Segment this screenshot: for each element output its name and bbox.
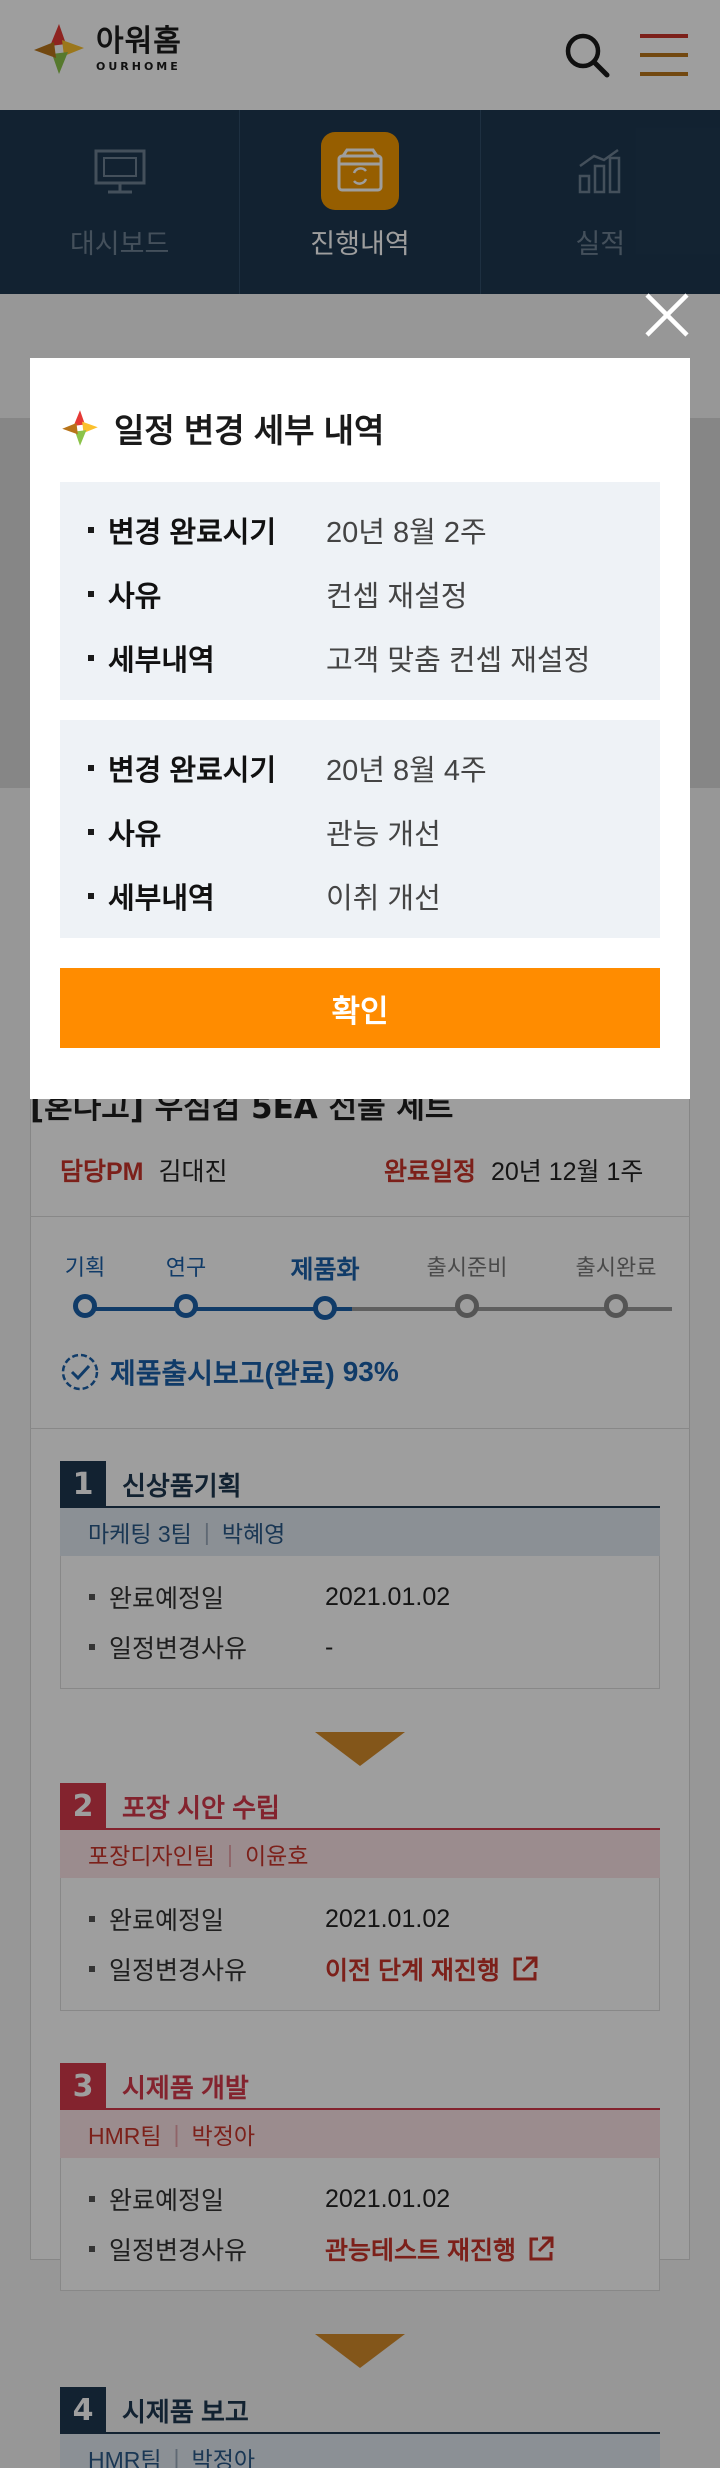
bullet bbox=[88, 765, 94, 771]
detail-value: 관능 개선 bbox=[326, 819, 441, 851]
bullet bbox=[88, 655, 94, 661]
detail-row: 세부내역 이취 개선 bbox=[88, 864, 660, 928]
bullet bbox=[88, 893, 94, 899]
pinwheel-logo-icon bbox=[62, 410, 98, 446]
detail-key: 세부내역 bbox=[108, 645, 215, 677]
modal-title: 일정 변경 세부 내역 bbox=[114, 412, 385, 449]
change-entry: 변경 완료시기 20년 8월 2주 사유 컨셉 재설정 세부내역 고객 맞춤 컨… bbox=[60, 482, 660, 700]
detail-row: 세부내역 고객 맞춤 컨셉 재설정 bbox=[88, 626, 660, 690]
close-icon[interactable] bbox=[642, 290, 692, 340]
detail-key: 변경 완료시기 bbox=[108, 755, 277, 787]
detail-key: 변경 완료시기 bbox=[108, 517, 277, 549]
detail-row: 변경 완료시기 20년 8월 4주 bbox=[88, 736, 660, 800]
schedule-change-modal: 일정 변경 세부 내역 변경 완료시기 20년 8월 2주 사유 컨셉 재설정 … bbox=[30, 358, 690, 1099]
change-entry: 변경 완료시기 20년 8월 4주 사유 관능 개선 세부내역 이취 개선 bbox=[60, 720, 660, 938]
detail-row: 변경 완료시기 20년 8월 2주 bbox=[88, 498, 660, 562]
detail-row: 사유 컨셉 재설정 bbox=[88, 562, 660, 626]
detail-key: 사유 bbox=[108, 819, 162, 851]
detail-value: 20년 8월 4주 bbox=[326, 755, 487, 787]
bullet bbox=[88, 591, 94, 597]
detail-value: 컨셉 재설정 bbox=[326, 581, 468, 613]
detail-value: 20년 8월 2주 bbox=[326, 517, 487, 549]
bullet bbox=[88, 829, 94, 835]
confirm-button[interactable]: 확인 bbox=[60, 968, 660, 1048]
detail-value: 이취 개선 bbox=[326, 883, 441, 915]
detail-key: 사유 bbox=[108, 581, 162, 613]
modal-header: 일정 변경 세부 내역 bbox=[58, 404, 384, 452]
detail-value: 고객 맞춤 컨셉 재설정 bbox=[326, 645, 591, 677]
detail-key: 세부내역 bbox=[108, 883, 215, 915]
bullet bbox=[88, 527, 94, 533]
detail-row: 사유 관능 개선 bbox=[88, 800, 660, 864]
